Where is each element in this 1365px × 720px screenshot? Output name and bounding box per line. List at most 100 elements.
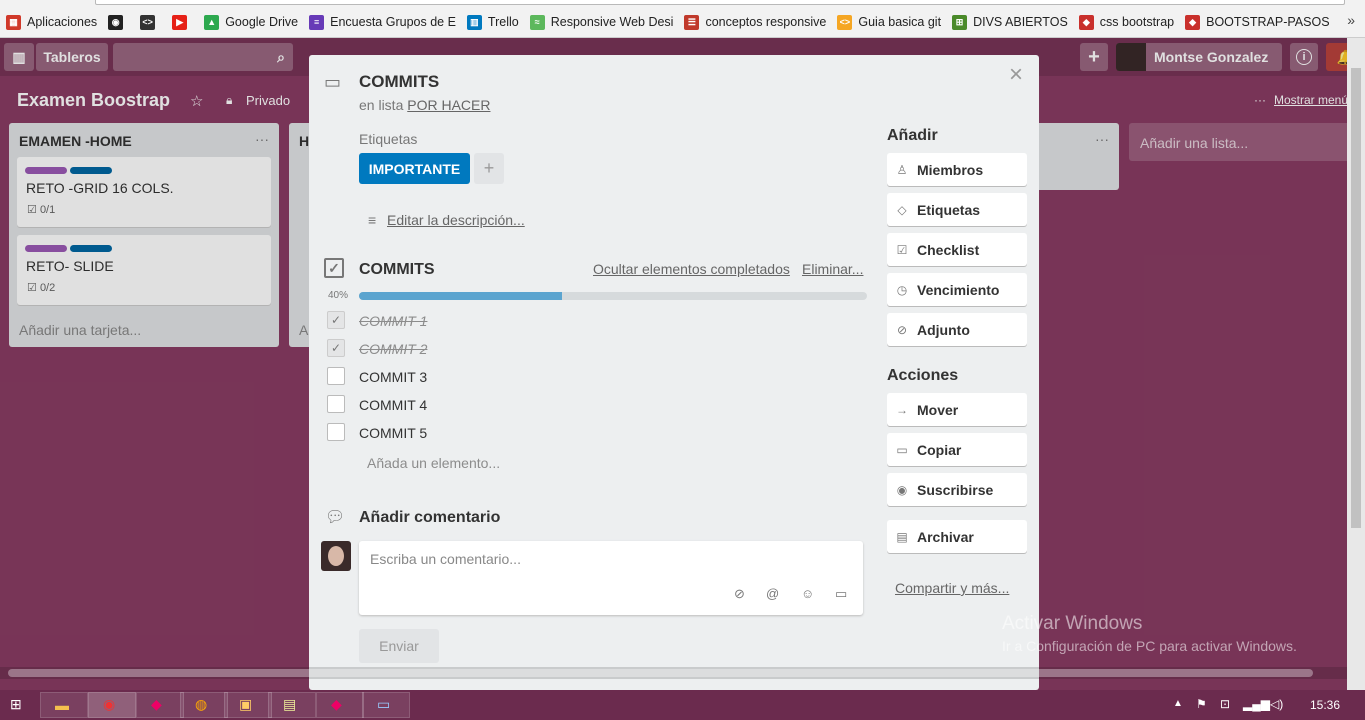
close-icon[interactable]: × [1009,61,1023,89]
item-checkbox[interactable]: ✓ [327,339,345,357]
tag-icon: ◇ [897,202,907,217]
members-button[interactable]: ♙ Miembros [887,153,1027,186]
chrome-app[interactable]: ◉ [88,692,136,718]
network-icon[interactable]: ⊡ [1220,697,1230,711]
bookmark-item[interactable]: ▦ Aplicaciones [6,14,97,30]
checklist-item[interactable]: COMMIT 1 [359,313,427,329]
bookmark-item[interactable]: ◉ [108,14,129,30]
horizontal-scrollbar[interactable] [0,667,1347,679]
label-importante[interactable]: IMPORTANTE [359,153,470,184]
attachment-button[interactable]: ⊘ Adjunto [887,313,1027,346]
files-app[interactable]: ▤ [268,692,316,718]
checklist-item[interactable]: COMMIT 3 [359,369,427,385]
bookmark-icon: ▶ [172,14,188,30]
progress-track [359,292,867,300]
bookmark-item[interactable]: ▲ Google Drive [204,14,299,30]
check-icon: ✓ [330,341,342,355]
bookmark-item[interactable]: ▶ [172,14,193,30]
clock-time[interactable]: 15:36 [1310,698,1340,712]
emoji-icon[interactable]: ☺ [801,586,814,601]
vertical-scrollbar[interactable] [1347,38,1365,690]
mention-icon[interactable]: @ [766,586,779,601]
bookmark-item[interactable]: ▥ Trello [466,14,519,30]
comment-icon: 💬︎ [325,509,346,526]
bookmark-item[interactable]: ≈ Responsive Web Desi [529,14,673,30]
subscribe-button[interactable]: ◉ Suscribirse [887,473,1027,506]
bookmark-item[interactable]: <> Guia basica git [837,14,941,30]
checklist-item[interactable]: COMMIT 2 [359,341,427,357]
bookmark-item[interactable]: ⊞ DIVS ABIERTOS [952,14,1068,30]
bookmark-icon: ▲ [204,14,220,30]
item-checkbox[interactable]: ✓ [327,311,345,329]
bookmark-icon: ◆ [1078,14,1094,30]
editor-icon: ▣ [239,696,253,712]
tray-up-icon[interactable]: ▲ [1173,698,1183,709]
bookmark-icon: ▦ [6,14,21,30]
bookmarks-bar: ▦ Aplicaciones ◉ <> ▶ ▲ Google Drive ≡ Encuesta … [0,0,1365,38]
bookmark-label: BOOTSTRAP-PASOS [1206,15,1330,29]
bookmark-label: css bootstrap [1099,15,1175,29]
windows-taskbar: ⊞ ▬ ◉ ◆ ◍ ▣ ▤ ◆ ▭ ▲ ⚑ ⊡ ▂▄▆ ◁) 15:36 [0,690,1365,720]
flag-icon[interactable]: ⚑ [1196,697,1207,711]
bookmark-icon: <> [140,14,156,30]
card-title[interactable]: COMMITS [359,72,439,92]
due-date-button[interactable]: ◷ Vencimiento [887,273,1027,306]
labels-button[interactable]: ◇ Etiquetas [887,193,1027,226]
archive-icon: ▤ [896,529,908,544]
bookmark-label: conceptos responsive [705,15,827,29]
scroll-thumb[interactable] [1351,68,1361,528]
comment-heading: Añadir comentario [359,509,501,526]
move-button[interactable]: → Mover [887,393,1027,426]
watermark-title: Activar Windows [1002,613,1143,634]
signal-icon[interactable]: ▂▄▆ [1243,697,1270,711]
add-item-link[interactable]: Añada un elemento... [367,455,500,471]
copy-button[interactable]: ▭ Copiar [887,433,1027,466]
bookmark-item[interactable]: ☰ conceptos responsive [684,14,827,30]
window-app[interactable]: ▭ [362,692,410,718]
bookmark-item[interactable]: ≡ Encuesta Grupos de E [309,14,456,30]
item-checkbox[interactable] [327,367,345,385]
scroll-thumb[interactable] [8,669,1313,677]
git-app-2[interactable]: ◆ [316,692,364,718]
bookmark-item[interactable]: ◆ css bootstrap [1078,14,1175,30]
item-checkbox[interactable] [327,423,345,441]
add-label-button[interactable]: + [474,153,504,184]
bookmark-label: Trello [487,15,519,29]
checklist-button[interactable]: ☑ Checklist [887,233,1027,266]
hide-completed-link[interactable]: Ocultar elementos completados [593,261,790,277]
more-bookmarks-button[interactable]: » [1347,12,1355,28]
bookmark-label: Google Drive [225,15,299,29]
volume-icon[interactable]: ◁) [1270,697,1283,711]
bookmark-item[interactable]: ◆ BOOTSTRAP-PASOS [1185,14,1330,30]
edit-description-link[interactable]: Editar la descripción... [387,212,525,228]
windows-start-icon[interactable]: ⊞ [10,696,22,713]
avatar [321,541,351,571]
paint-app[interactable]: ◍ [180,692,228,718]
card-link-icon[interactable]: ▭ [835,586,847,602]
comment-input[interactable]: Escriba un comentario... ⊘ @ ☺ ▭ [359,541,863,615]
address-bar-edge[interactable] [95,0,1345,5]
list-link[interactable]: POR HACER [407,97,490,113]
git-app[interactable]: ◆ [136,692,184,718]
send-button[interactable]: Enviar [359,629,439,663]
explorer-app[interactable]: ▬ [40,692,88,718]
attachment-icon[interactable]: ⊘ [734,586,745,602]
progress-fill [359,292,563,300]
archive-button[interactable]: ▤ Archivar [887,520,1027,553]
in-list-text: en lista POR HACER [359,97,491,113]
bookmark-icon: ≈ [529,14,545,30]
checklist-item[interactable]: COMMIT 5 [359,425,427,441]
delete-checklist-link[interactable]: Eliminar... [802,261,863,277]
checklist-item[interactable]: COMMIT 4 [359,397,427,413]
palette-icon: ◍ [195,696,208,712]
share-more-link[interactable]: Compartir y más... [895,580,1009,596]
comment-placeholder: Escriba un comentario... [370,551,521,567]
editor-app[interactable]: ▣ [224,692,272,718]
bookmark-item[interactable]: <> [140,14,161,30]
bookmark-list: ▦ Aplicaciones ◉ <> ▶ ▲ Google Drive ≡ Encuesta … [6,12,1341,32]
copy-icon: ▭ [896,442,908,457]
person-icon: ♙ [896,162,908,177]
item-checkbox[interactable] [327,395,345,413]
bookmark-label: DIVS ABIERTOS [973,15,1068,29]
checklist-title[interactable]: COMMITS [359,261,435,279]
